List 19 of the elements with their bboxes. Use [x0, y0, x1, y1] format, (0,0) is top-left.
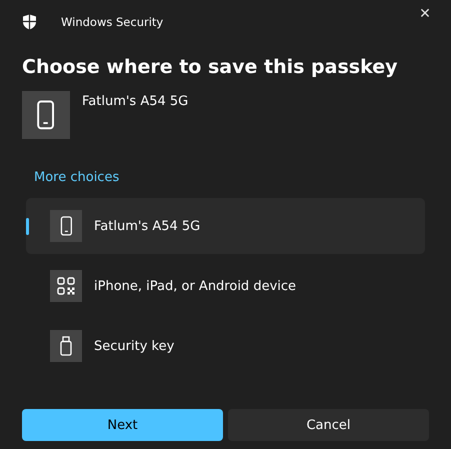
option-row[interactable]: Security key [26, 318, 425, 374]
option-label: Fatlum's A54 5G [94, 218, 200, 234]
option-label: iPhone, iPad, or Android device [94, 278, 296, 294]
device-name: Fatlum's A54 5G [82, 94, 188, 109]
cancel-button[interactable]: Cancel [228, 409, 429, 441]
close-button[interactable]: ✕ [405, 0, 445, 28]
option-label: Security key [94, 338, 174, 354]
qr-code-icon [57, 277, 75, 295]
option-row[interactable]: iPhone, iPad, or Android device [26, 258, 425, 314]
window-title: Windows Security [61, 15, 164, 29]
phone-icon [60, 216, 72, 236]
next-button[interactable]: Next [22, 409, 223, 441]
option-row[interactable]: Fatlum's A54 5G [26, 198, 425, 254]
selection-indicator [26, 218, 29, 235]
shield-icon [22, 14, 37, 30]
usb-key-icon [60, 336, 72, 356]
dialog-heading: Choose where to save this passkey [22, 55, 398, 80]
more-choices-link[interactable]: More choices [34, 170, 120, 185]
phone-icon [36, 100, 56, 130]
